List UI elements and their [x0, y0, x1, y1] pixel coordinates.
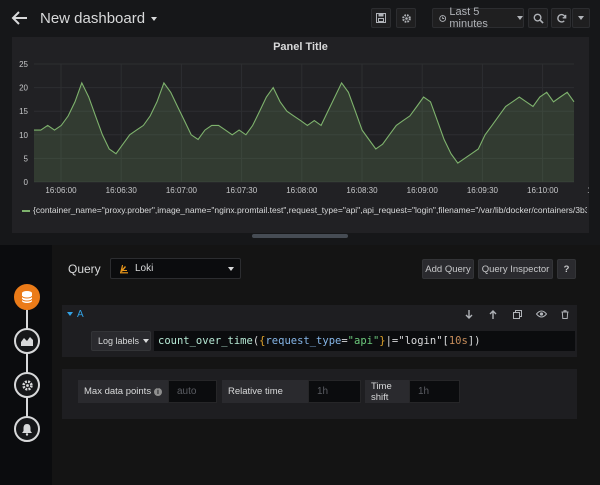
- log-labels-text: Log labels: [98, 336, 140, 346]
- expr-filter-string: "login": [398, 335, 443, 347]
- save-icon: [376, 13, 386, 23]
- dashboard-title-text: New dashboard: [40, 10, 146, 27]
- query-label: Query: [68, 262, 101, 276]
- caret-down-icon: [67, 312, 73, 317]
- database-icon: [21, 291, 33, 303]
- time-shift-label: Time shift: [365, 380, 409, 403]
- panel-resize-handle[interactable]: [252, 234, 348, 238]
- expr-function: count_over_time: [158, 335, 253, 347]
- info-icon[interactable]: i: [154, 388, 162, 396]
- loki-logo-icon: [120, 264, 128, 273]
- copy-icon: [512, 309, 522, 319]
- expr-range: 10s: [448, 335, 468, 347]
- time-series-chart: 25 20 15 10 5 0 16:06:00 16:06:30 16:07:00 16:07:…: [19, 60, 589, 195]
- duplicate-query-button[interactable]: [511, 308, 523, 320]
- refresh-interval-dropdown[interactable]: [572, 8, 590, 28]
- legend-swatch: [22, 209, 30, 212]
- general-settings-tab[interactable]: [14, 372, 40, 398]
- chevron-down-icon: [578, 16, 584, 20]
- eye-icon: [535, 310, 547, 318]
- x-tick-label: 16:06:00: [45, 186, 77, 195]
- move-down-button[interactable]: [463, 308, 475, 320]
- x-tick-label: 16:10:00: [527, 186, 559, 195]
- time-range-picker[interactable]: Last 5 minutes: [432, 6, 524, 30]
- log-labels-button[interactable]: Log labels: [91, 331, 151, 351]
- y-tick-label: 20: [19, 84, 28, 93]
- gear-icon: [401, 13, 411, 23]
- graph-panel[interactable]: Panel Title 25 20 15 10 5 0 16:06:00 16:06:30 16…: [12, 37, 589, 233]
- y-tick-label: 15: [19, 107, 28, 116]
- x-tick-label: 16:06:30: [106, 186, 138, 195]
- toggle-visibility-button[interactable]: [535, 308, 547, 320]
- y-tick-label: 10: [19, 131, 28, 140]
- x-tick-label: 16:07:00: [166, 186, 198, 195]
- alert-tab[interactable]: [14, 416, 40, 442]
- relative-time-label: Relative time: [222, 380, 308, 403]
- expr-line-filter-op: |=: [385, 335, 399, 347]
- query-row-actions: [463, 308, 571, 320]
- chevron-down-icon: [143, 339, 150, 343]
- chevron-down-icon: [517, 16, 523, 20]
- arrow-down-icon: [465, 309, 473, 319]
- trash-icon: [561, 309, 569, 319]
- x-tick-label: 16:08:00: [286, 186, 318, 195]
- expr-paren-close: ): [474, 335, 481, 347]
- expr-label-name: request_type: [265, 335, 342, 347]
- max-data-points-input[interactable]: auto: [168, 380, 217, 403]
- y-tick-label: 0: [24, 178, 29, 187]
- datasource-name: Loki: [135, 263, 154, 274]
- refresh-button[interactable]: [551, 8, 571, 28]
- chevron-down-icon: [228, 267, 234, 271]
- rail-connector: [26, 300, 28, 430]
- zoom-out-button[interactable]: [528, 8, 548, 28]
- x-tick-label: 16:10:30: [587, 186, 589, 195]
- save-dashboard-button[interactable]: [371, 8, 391, 28]
- query-row-toggle[interactable]: A: [67, 309, 84, 320]
- dashboard-title[interactable]: New dashboard: [40, 10, 158, 27]
- search-minus-icon: [533, 13, 544, 24]
- legend-series-label: {container_name="proxy.prober",image_nam…: [33, 205, 587, 215]
- bell-icon: [22, 423, 32, 436]
- relative-time-input[interactable]: 1h: [308, 380, 361, 403]
- query-expression-input[interactable]: count_over_time({request_type="api"}|="l…: [154, 331, 575, 351]
- help-button[interactable]: ?: [557, 259, 576, 279]
- visualization-tab[interactable]: [14, 328, 40, 354]
- x-tick-label: 16:09:00: [407, 186, 439, 195]
- time-range-label: Last 5 minutes: [449, 6, 488, 30]
- x-tick-label: 16:09:30: [467, 186, 499, 195]
- query-editor: [52, 245, 600, 485]
- chart-legend[interactable]: {container_name="proxy.prober",image_nam…: [22, 205, 587, 217]
- x-tick-label: 16:07:30: [226, 186, 258, 195]
- y-tick-label: 5: [24, 154, 29, 163]
- query-row-header: A: [62, 305, 577, 325]
- clock-icon: [439, 14, 447, 22]
- move-up-button[interactable]: [487, 308, 499, 320]
- area-chart-icon: [21, 337, 33, 346]
- query-inspector-button[interactable]: Query Inspector: [478, 259, 553, 279]
- remove-query-button[interactable]: [559, 308, 571, 320]
- datasource-select[interactable]: Loki: [110, 258, 241, 279]
- refresh-icon: [556, 13, 566, 23]
- queries-tab[interactable]: [14, 284, 40, 310]
- back-arrow-icon[interactable]: [10, 8, 30, 28]
- arrow-up-icon: [489, 309, 497, 319]
- query-ref-id: A: [77, 309, 84, 320]
- series-area: [34, 82, 574, 182]
- time-shift-input[interactable]: 1h: [409, 380, 460, 403]
- expr-label-value: "api": [347, 335, 380, 347]
- y-tick-label: 25: [19, 60, 28, 69]
- x-tick-label: 16:08:30: [346, 186, 378, 195]
- gear-icon: [21, 379, 33, 391]
- top-navbar: New dashboard Last 5 minutes: [0, 0, 600, 36]
- add-query-button[interactable]: Add Query: [422, 259, 474, 279]
- chevron-down-icon: [151, 17, 158, 22]
- dashboard-settings-button[interactable]: [396, 8, 416, 28]
